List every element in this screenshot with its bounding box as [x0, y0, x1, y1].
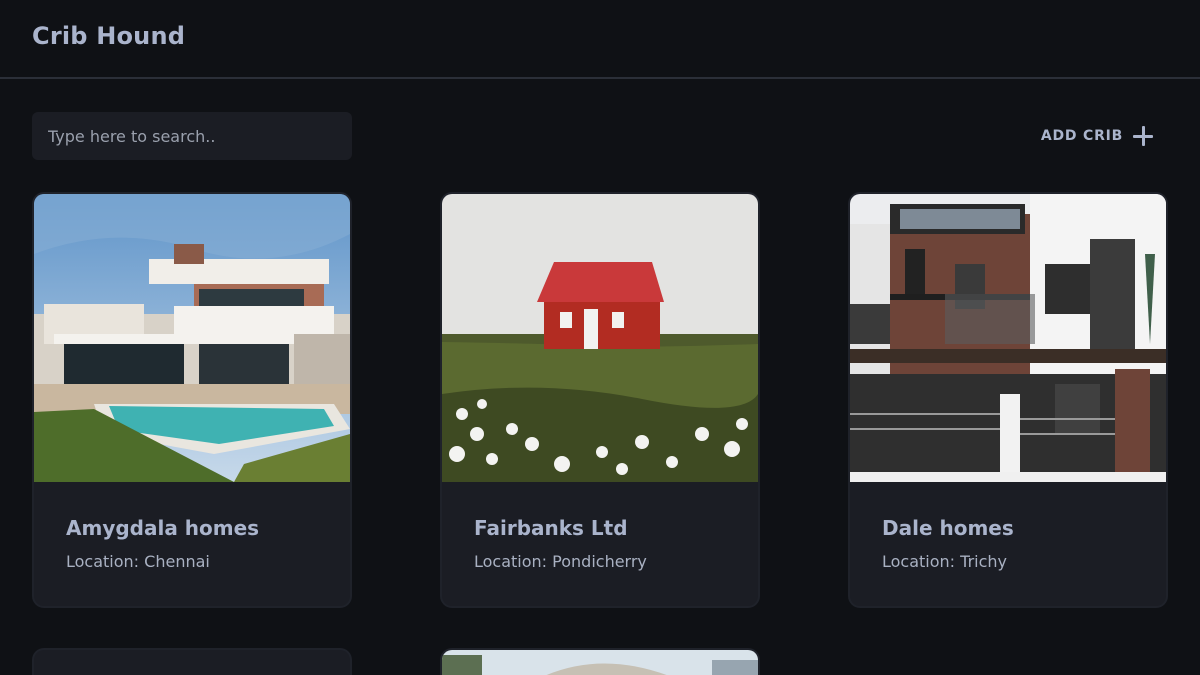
crib-card[interactable]: Fairbanks Ltd Location: Pondicherry [440, 192, 760, 608]
crib-name: Fairbanks Ltd [474, 516, 628, 540]
crib-name: Amygdala homes [66, 516, 260, 540]
crib-card[interactable] [440, 648, 760, 675]
crib-location: Location: Chennai [66, 552, 210, 571]
location-label: Location: [882, 552, 956, 571]
add-crib-label: ADD CRIB [1040, 128, 1124, 144]
location-value: Trichy [960, 552, 1008, 571]
crib-photo [34, 194, 350, 482]
crib-card[interactable]: Amygdala homes Location: Chennai [32, 192, 352, 608]
crib-photo [850, 194, 1166, 482]
plus-icon [1133, 126, 1154, 146]
crib-name: Dale homes [882, 516, 1014, 540]
location-value: Chennai [144, 552, 210, 571]
search-input[interactable] [32, 112, 352, 160]
crib-location: Location: Trichy [882, 552, 1007, 571]
app-header: Crib Hound [0, 0, 1200, 79]
location-label: Location: [66, 552, 140, 571]
crib-card[interactable]: Dale homes Location: Trichy [848, 192, 1168, 608]
crib-location: Location: Pondicherry [474, 552, 647, 571]
app-title[interactable]: Crib Hound [32, 22, 185, 50]
crib-photo [442, 650, 758, 675]
add-crib-button[interactable]: ADD CRIB [1030, 118, 1164, 154]
crib-photo [442, 194, 758, 482]
location-label: Location: [474, 552, 548, 571]
crib-card[interactable] [32, 648, 352, 675]
location-value: Pondicherry [552, 552, 647, 571]
